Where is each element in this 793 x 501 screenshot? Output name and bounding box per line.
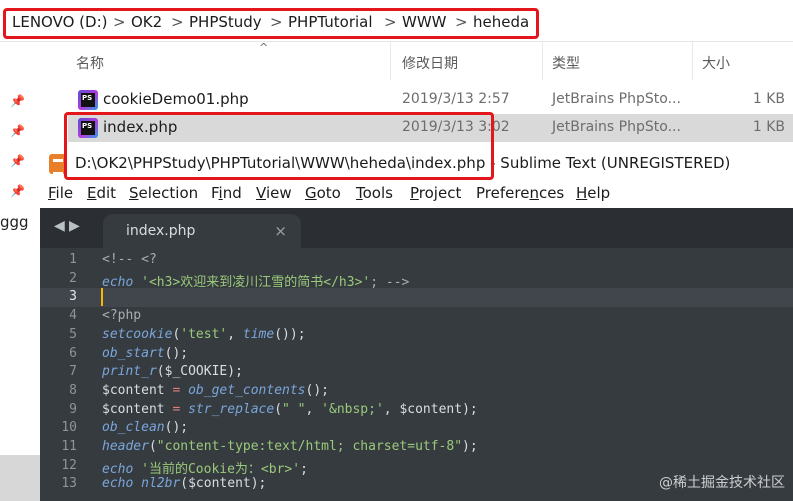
code-line[interactable]: 8 $content = ob_get_contents(); (40, 382, 793, 401)
menu-item[interactable]: Find (211, 184, 242, 202)
column-header-date[interactable]: 修改日期 (402, 53, 458, 73)
code-line[interactable]: 4 <?php (40, 307, 793, 326)
menu-item[interactable]: Help (576, 184, 610, 202)
column-divider[interactable] (692, 42, 693, 80)
line-number: 5 (69, 326, 77, 342)
code-text: echo '当前的Cookie为：<br>'; (102, 461, 308, 477)
file-name: cookieDemo01.php (103, 90, 249, 108)
tab-nav-right-icon[interactable]: ▶ (69, 218, 80, 234)
close-icon[interactable]: × (274, 222, 287, 240)
column-header-size[interactable]: 大小 (702, 53, 730, 73)
line-number: 4 (69, 308, 77, 324)
pin-icon[interactable]: 📌 (10, 154, 25, 168)
file-size: 1 KB (752, 91, 785, 107)
menu-item[interactable]: Tools (356, 184, 393, 202)
code-text: ob_start(); (102, 345, 189, 361)
code-text: <!-- <? (102, 252, 157, 267)
code-text: header("content-type:text/html; charset=… (102, 439, 478, 454)
code-editor[interactable]: 1 <!-- <? 2 echo '<h3>欢迎来到凌川江雪的简书</h3>'; --… (40, 248, 793, 501)
tab-label: index.php (126, 223, 196, 239)
file-type: JetBrains PhpSto... (552, 91, 681, 107)
line-number: 2 (69, 270, 77, 286)
file-row[interactable]: PS cookieDemo01.php 2019/3/13 2:57 JetBr… (68, 86, 793, 114)
navigation-pane: 📌 📌 📌 📌 (0, 42, 34, 501)
tab-nav-left-icon[interactable]: ◀ (54, 218, 65, 234)
line-number: 10 (61, 420, 77, 436)
code-text: <?php (102, 308, 142, 324)
line-number: 8 (69, 382, 77, 398)
column-headers: ^ 名称 修改日期 类型 大小 (34, 41, 793, 80)
line-number: 11 (61, 439, 77, 454)
sublime-text-window: D:\OK2\PHPStudy\PHPTutorial\WWW\heheda\i… (40, 147, 793, 501)
line-number: 1 (69, 252, 77, 267)
code-text: $content = ob_get_contents(); (102, 382, 329, 398)
line-number: 9 (69, 401, 77, 417)
column-divider[interactable] (542, 42, 543, 80)
tab-index-php[interactable]: index.php × (103, 214, 301, 248)
menu-item[interactable]: Selection (129, 184, 198, 202)
column-divider[interactable] (390, 42, 391, 80)
code-line[interactable]: 1 <!-- <? (40, 251, 793, 270)
code-line[interactable]: 10 ob_clean(); (40, 419, 793, 438)
line-number: 6 (69, 345, 77, 361)
pin-icon[interactable]: 📌 (10, 184, 25, 198)
code-text: setcookie('test', time()); (102, 326, 306, 342)
text-caret (101, 288, 103, 307)
nav-item-partial-label[interactable]: ggg (0, 213, 29, 231)
sort-ascending-icon: ^ (259, 41, 269, 54)
code-text: $content = str_replace(" ", '&nbsp;', $c… (102, 401, 478, 417)
phpstorm-file-icon: PS (78, 90, 98, 110)
code-line[interactable]: 2 echo '<h3>欢迎来到凌川江雪的简书</h3>'; --> (40, 270, 793, 290)
code-line[interactable]: 6 ob_start(); (40, 345, 793, 364)
code-line[interactable]: 3 (40, 288, 793, 308)
code-text: print_r($_COOKIE); (102, 364, 243, 380)
menu-item[interactable]: Goto (305, 184, 341, 202)
column-header-type[interactable]: 类型 (552, 53, 580, 73)
tab-bar: ◀ ▶ index.php × (40, 208, 793, 248)
menu-item[interactable]: Project (410, 184, 461, 202)
highlight-box-file-path (64, 112, 494, 180)
code-line[interactable]: 5 setcookie('test', time()); (40, 326, 793, 345)
file-date: 2019/3/13 2:57 (402, 91, 510, 107)
code-text: echo '<h3>欢迎来到凌川江雪的简书</h3>'; --> (102, 274, 410, 290)
highlight-box-breadcrumb (3, 8, 539, 39)
menu-item[interactable]: View (256, 184, 292, 202)
pin-icon[interactable]: 📌 (10, 124, 25, 138)
line-number: 13 (61, 476, 77, 492)
code-line[interactable]: 11 header("content-type:text/html; charse… (40, 438, 793, 457)
code-line[interactable]: 9 $content = str_replace(" ", '&nbsp;', $… (40, 401, 793, 420)
menu-item[interactable]: File (48, 184, 73, 202)
window-title-app: - Sublime Text (UNREGISTERED) (490, 154, 731, 172)
line-number: 7 (69, 364, 77, 380)
file-type: JetBrains PhpSto... (552, 119, 681, 135)
code-text: echo nl2br($content); (102, 476, 267, 492)
menu-item[interactable]: Edit (87, 184, 116, 202)
line-number: 12 (61, 457, 77, 473)
menu-bar: File Edit Selection Find View Goto Tools Projec… (40, 180, 793, 208)
code-line[interactable]: 7 print_r($_COOKIE); (40, 363, 793, 382)
line-number: 3 (69, 289, 77, 305)
pin-icon[interactable]: 📌 (10, 94, 25, 108)
menu-item[interactable]: Preferences (476, 184, 564, 202)
column-header-name[interactable]: 名称 (76, 53, 104, 73)
nav-pane-selected-item (0, 455, 40, 501)
code-text: ob_clean(); (102, 420, 189, 436)
watermark-text: @稀土掘金技术社区 (659, 475, 785, 491)
file-size: 1 KB (752, 119, 785, 135)
